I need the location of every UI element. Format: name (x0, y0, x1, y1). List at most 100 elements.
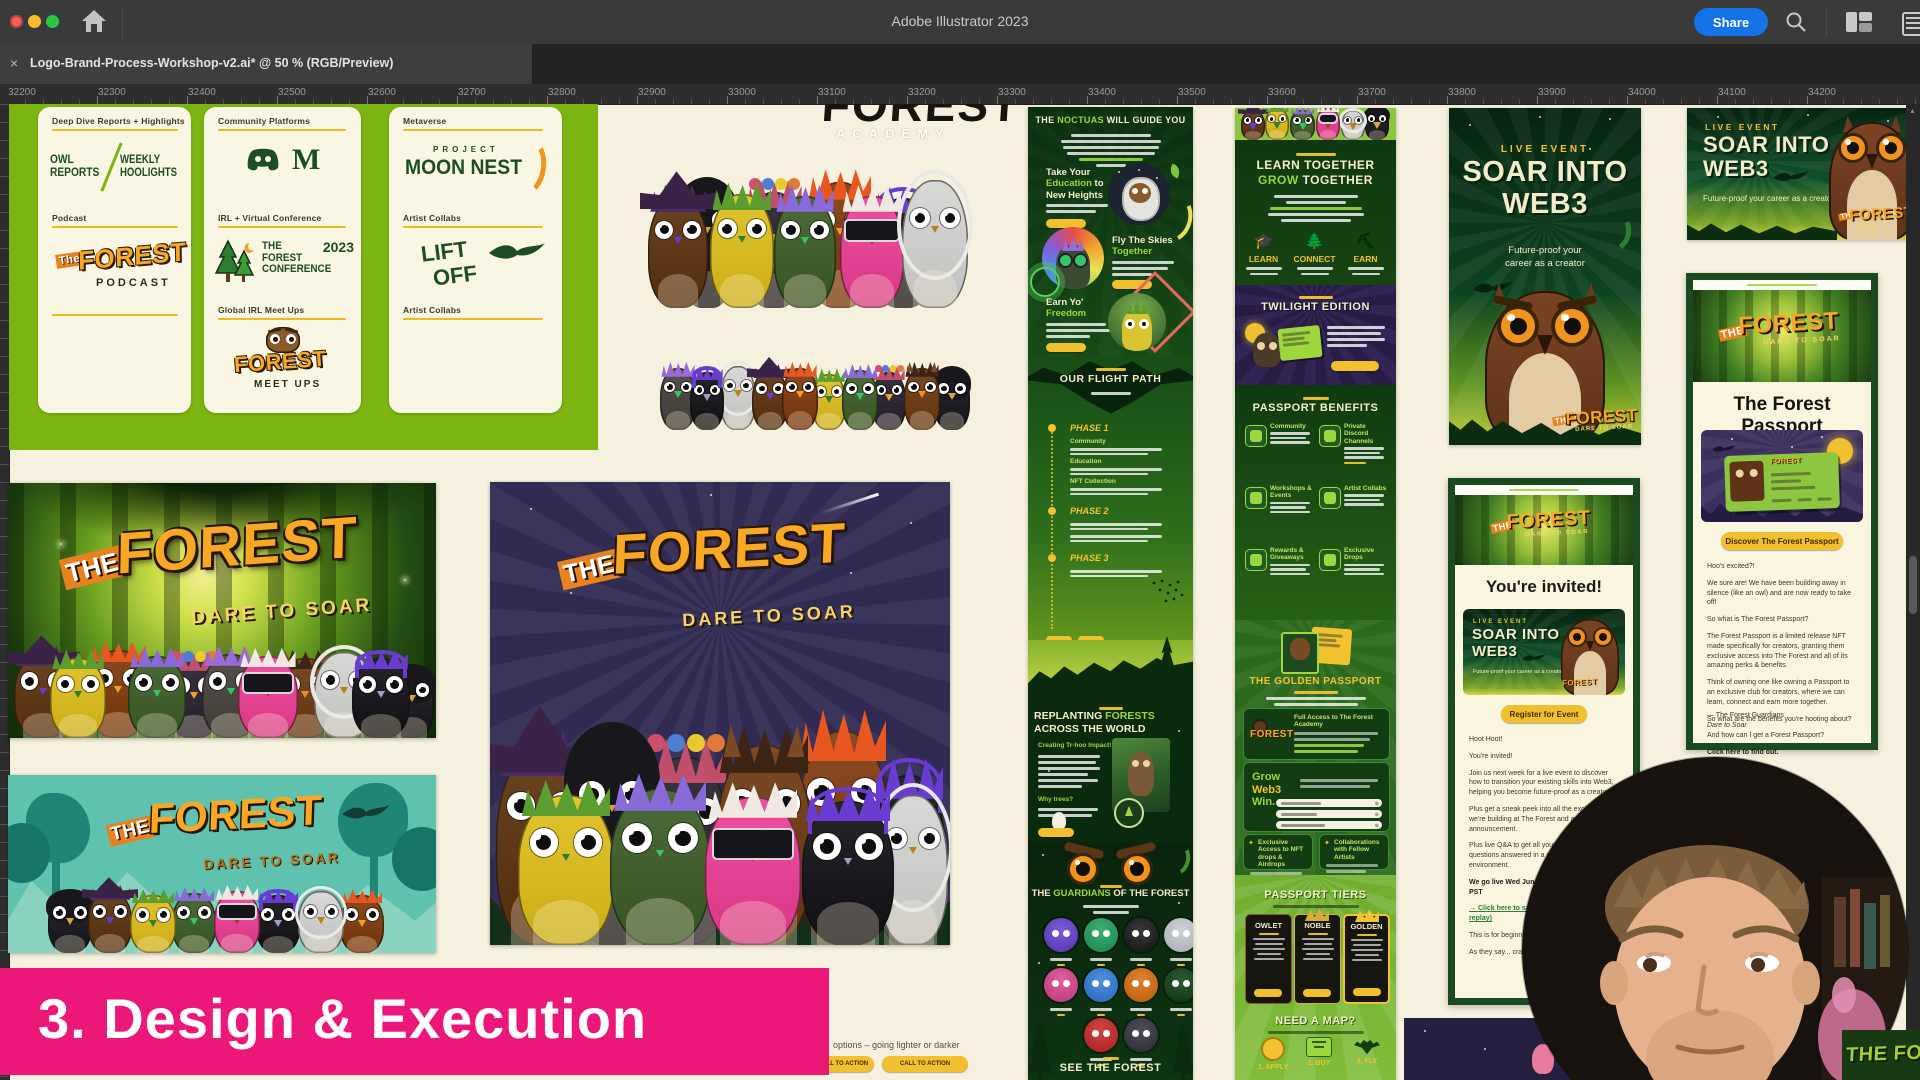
flower-crown-accessory (749, 178, 761, 190)
canvas-scrollbar-track[interactable]: ▲ (1906, 104, 1920, 1080)
replanting-section: Replanting ForestsAcross The World Creat… (1028, 700, 1193, 842)
section-label: Global IRL Meet Ups (218, 305, 304, 315)
workspace-switcher-icon[interactable] (1846, 12, 1872, 32)
register-event-button: Register for Event (1501, 705, 1587, 723)
annotation-note: options – going lighter or darker (833, 1040, 960, 1050)
pillar-icon: 🎓 (1253, 232, 1275, 252)
artboard-soar-banner-wide: LIVE EVENT Soar Into Web3 Future-proof y… (1687, 108, 1920, 240)
flying-bird-silhouette (1771, 170, 1811, 184)
guardian-name (1082, 955, 1120, 969)
ruler-tick (547, 96, 548, 104)
ruler-tick (1717, 96, 1718, 104)
guardian-avatar (1084, 1018, 1118, 1052)
owl-character (1316, 108, 1340, 140)
tier-button (1353, 988, 1381, 996)
ruler-tick-label: 32300 (98, 87, 126, 98)
treeline-band (1028, 640, 1193, 700)
guardian-name (1122, 955, 1160, 969)
ruler-tick (367, 96, 368, 104)
ruler-tick (637, 96, 638, 104)
tier-button (1254, 989, 1282, 997)
section-label: Podcast (52, 213, 86, 223)
phase-dot (1048, 507, 1056, 515)
guardian-avatar (1164, 918, 1193, 952)
artboard-email-passport: The Forest Dare To Soar The Forest Passp… (1686, 273, 1878, 750)
learn-more-button (1046, 343, 1086, 352)
ruler-tick (1177, 96, 1178, 104)
spiral-deco (1030, 267, 1060, 297)
passport-card-image: Forest (1701, 430, 1863, 522)
ruler-tick-label: 33500 (1178, 87, 1206, 98)
tab-close-icon[interactable]: × (10, 55, 18, 71)
benefit-title: Artist Collabs (1344, 485, 1387, 492)
illustrator-window: Adobe Illustrator 2023 Share × Logo-Bran… (0, 0, 1920, 1080)
owl-lineup-large (648, 160, 970, 308)
owl-character (1290, 110, 1315, 140)
ruler-tick (1447, 96, 1448, 104)
ruler-tick (1357, 96, 1358, 104)
pillar-label: Learn (1239, 254, 1288, 264)
benefit-item: Workshops & Events (1245, 485, 1313, 515)
map-step-label: 1. Apply (1255, 1064, 1291, 1071)
pine-trees-icon (210, 237, 258, 291)
tiers-title: Passport Tiers (1235, 889, 1396, 901)
label-underline (218, 226, 346, 228)
label-underline (218, 129, 346, 131)
ruler-tick-label: 34000 (1628, 87, 1656, 98)
benefit-desc (1344, 564, 1387, 576)
phase-item: Education (1070, 458, 1101, 465)
process-card-reports: Deep Dive Reports + Highlights OwlReport… (38, 107, 191, 413)
artboard-corner-logo: The Forest (1842, 1030, 1920, 1080)
flower-crown-accessory (882, 365, 889, 372)
guardian-avatar (1124, 968, 1158, 1002)
slide-title: 3. Design & Execution (38, 986, 647, 1051)
ruler-tick-label: 32900 (638, 87, 666, 98)
ruler-tick (1627, 96, 1628, 104)
benefit-icon (1319, 487, 1341, 509)
roadmap-timeline (1051, 425, 1053, 629)
twilight-card (1277, 325, 1322, 361)
vr-headset-accessory (217, 903, 257, 921)
artboard-banner-teal: The Forest Dare To Soar (8, 775, 436, 953)
search-icon[interactable] (1784, 10, 1808, 34)
grow-title: Grow Together (1235, 173, 1396, 187)
square-forest-logo: The Forest Dare To Soar (557, 501, 893, 648)
soar-subtitle: Future-proof your career as a creator. (1703, 194, 1836, 203)
share-button[interactable]: Share (1694, 8, 1768, 36)
see-forest-cta: See The Forest (1028, 1062, 1193, 1074)
owl-character (802, 801, 894, 945)
astronaut-helmet-accessory (897, 170, 972, 280)
tier-card-noble: Noble (1294, 914, 1341, 1004)
label-underline (52, 129, 178, 131)
guardian-avatar (1084, 968, 1118, 1002)
live-event-label: LIVE EVENT (1449, 144, 1641, 155)
phase-label: Phase 1 (1070, 423, 1109, 433)
ruler-tick-label: 32500 (278, 87, 306, 98)
owl-character (610, 789, 710, 945)
twilight-owl (1253, 333, 1281, 367)
email-paragraph: Hoot Hoot! (1469, 735, 1621, 745)
owl-character (1241, 110, 1265, 140)
guardian-avatar (1164, 968, 1193, 1002)
flower-crown-accessory (775, 178, 787, 190)
flower-crown-accessory (195, 651, 206, 662)
canvas-scrollbar-thumb[interactable] (1909, 556, 1917, 614)
scroll-up-arrow[interactable]: ▲ (1909, 108, 1916, 115)
astronaut-helmet-accessory (295, 886, 347, 939)
document-tab[interactable]: × Logo-Brand-Process-Workshop-v2.ai* @ 5… (0, 44, 533, 84)
flying-bird-icon (487, 241, 547, 267)
flying-owl-icon (1354, 1037, 1380, 1055)
email-paragraph: Hoo's excited?! (1707, 562, 1859, 572)
guardians-title: The Guardians of The Forest (1028, 888, 1193, 899)
flower-crown-accessory (788, 178, 800, 190)
artboard-soar-poster: LIVE EVENT Soar Into Web3 Future-proof y… (1449, 108, 1641, 445)
lime-owl-band (1235, 108, 1396, 140)
box-title: Full Access to The Forest Academy (1294, 714, 1384, 729)
benefit-icon (1245, 425, 1267, 447)
panel-dock-icon[interactable] (1902, 12, 1920, 36)
phase-dot (1048, 554, 1056, 562)
tier-cards: OwletNobleGolden (1235, 914, 1396, 1006)
bird-flock-deco (1148, 577, 1188, 607)
guardian-name (1042, 955, 1080, 969)
document-tab-bar: × Logo-Brand-Process-Workshop-v2.ai* @ 5… (0, 44, 1920, 84)
